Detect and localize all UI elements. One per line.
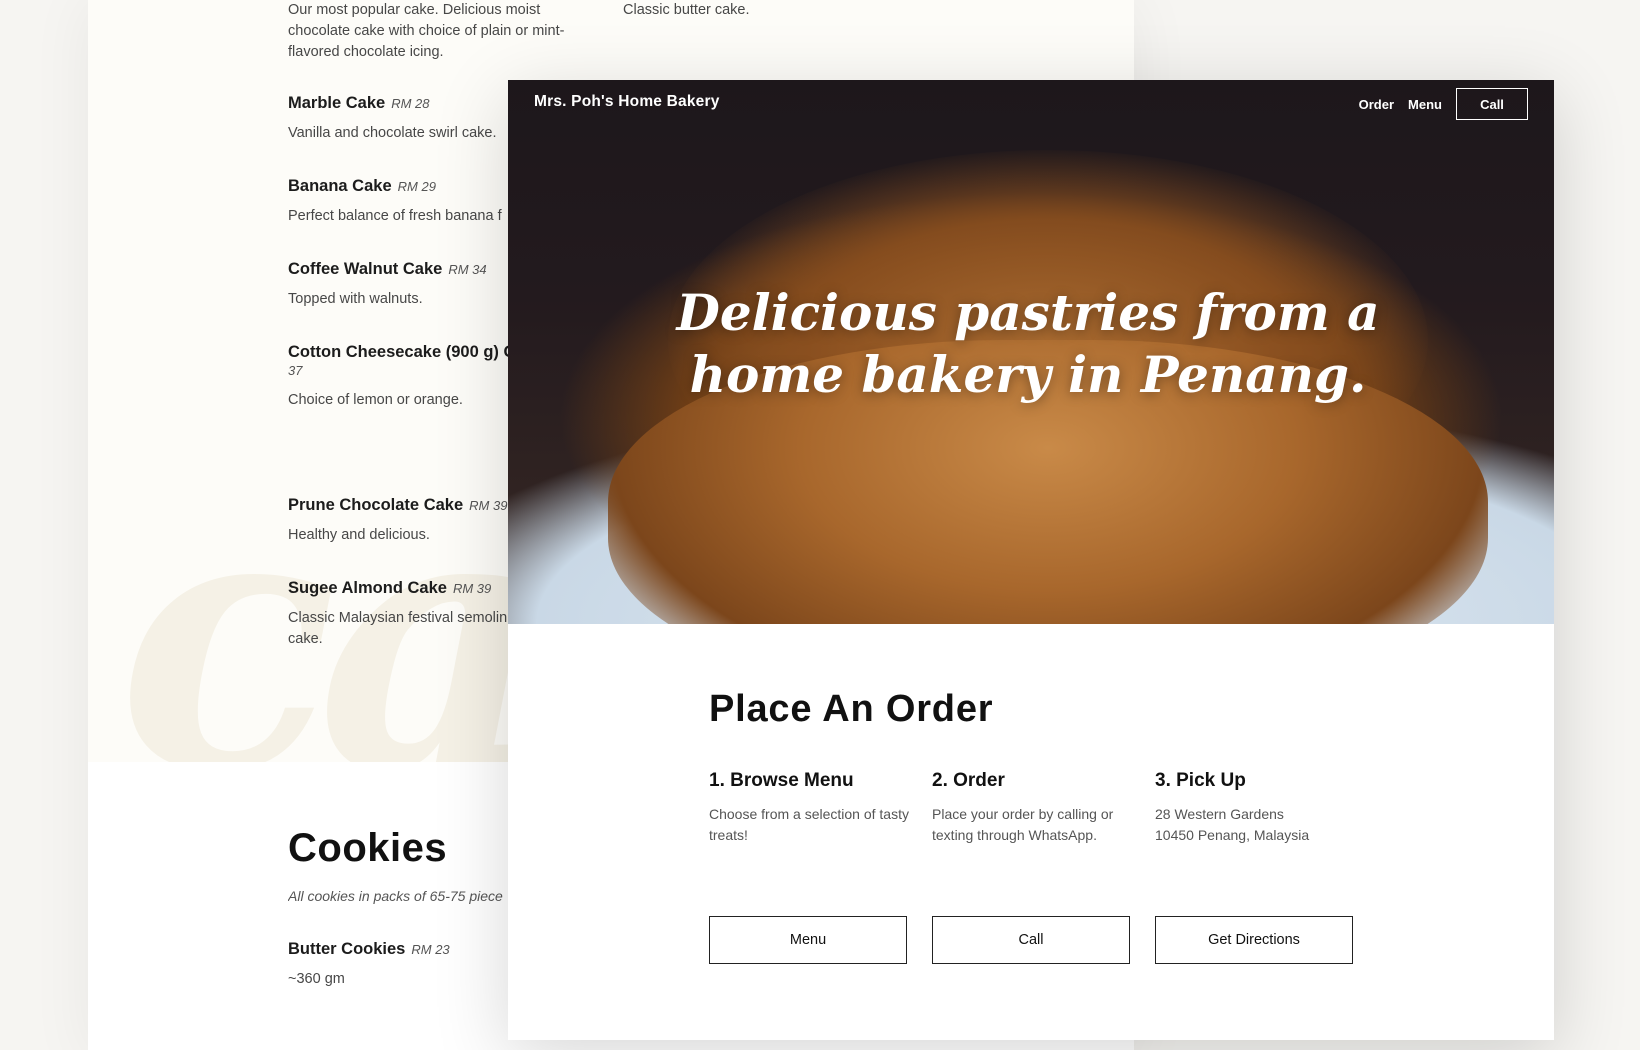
step-description: Place your order by calling or texting t… <box>932 806 1114 843</box>
site-title-link[interactable]: Mrs. Poh's Home Bakery <box>534 93 720 111</box>
item-price: RM 39 <box>469 498 508 513</box>
item-description: Classic Malaysian festival semolin cake. <box>288 610 508 647</box>
step-title: 2. Order <box>932 770 1005 791</box>
step-order: 2. Order Place your order by calling or … <box>932 770 1132 846</box>
step-description: Choose from a selection of tasty treats! <box>709 806 909 843</box>
item-price: RM 34 <box>448 262 487 277</box>
place-order-heading: Place An Order <box>709 688 994 730</box>
step-pick-up: 3. Pick Up 28 Western Gardens 10450 Pena… <box>1155 770 1355 846</box>
get-directions-button[interactable]: Get Directions <box>1155 916 1353 964</box>
item-price: RM 29 <box>397 179 436 194</box>
item-description: Classic butter cake. <box>623 2 750 18</box>
nav-call-button[interactable]: Call <box>1456 88 1528 120</box>
step-title: 3. Pick Up <box>1155 770 1246 791</box>
menu-item-sugee-almond-cake: Sugee Almond Cake RM 39 Classic Malaysian… <box>288 579 508 650</box>
nav-menu-link[interactable]: Menu <box>1408 97 1442 112</box>
top-nav: Order Menu Call <box>1359 88 1528 120</box>
menu-button[interactable]: Menu <box>709 916 907 964</box>
item-price: 37 <box>288 363 303 378</box>
home-page: Mrs. Poh's Home Bakery Order Menu Call D… <box>508 80 1554 1040</box>
item-description: Our most popular cake. Delicious moist c… <box>288 2 565 60</box>
nav-order-link[interactable]: Order <box>1359 97 1394 112</box>
cookies-heading: Cookies <box>288 826 448 870</box>
item-name: Sugee Almond Cake <box>288 579 447 597</box>
call-button[interactable]: Call <box>932 916 1130 964</box>
butter-cake-desc-block: Classic butter cake. <box>623 0 923 21</box>
step-title: 1. Browse Menu <box>709 770 854 791</box>
item-name: Coffee Walnut Cake <box>288 260 443 278</box>
chocolate-cake-desc-block: Our most popular cake. Delicious moist c… <box>288 0 588 63</box>
item-price: RM 23 <box>411 942 450 957</box>
hero-headline: Delicious pastries from a home bakery in… <box>676 283 1380 404</box>
item-price: RM 39 <box>452 581 492 596</box>
step-description: 28 Western Gardens 10450 Penang, Malaysi… <box>1155 806 1310 843</box>
step-browse-menu: 1. Browse Menu Choose from a selection o… <box>709 770 909 846</box>
item-name: Marble Cake <box>288 94 386 112</box>
item-name: Cotton Cheesecake (900 g) C <box>288 343 516 361</box>
item-name: Prune Chocolate Cake <box>288 496 464 514</box>
item-name: Butter Cookies <box>288 940 406 958</box>
item-price: RM 28 <box>391 96 430 111</box>
hero-section: Mrs. Poh's Home Bakery Order Menu Call D… <box>508 80 1554 624</box>
item-name: Banana Cake <box>288 177 392 195</box>
